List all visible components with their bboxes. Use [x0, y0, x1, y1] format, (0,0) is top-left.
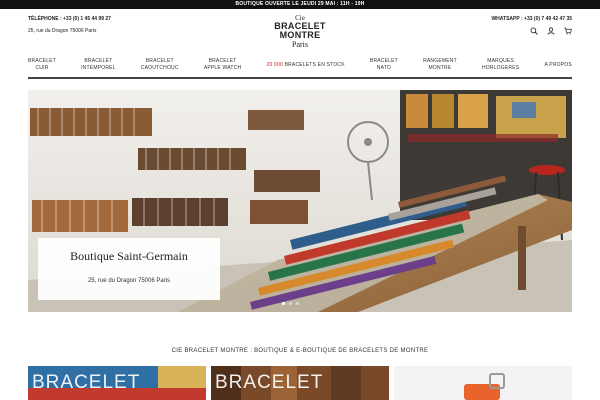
hero-address: 25, rue du Dragon 75006 Paris	[87, 278, 171, 284]
slider-dots[interactable]	[282, 302, 299, 305]
tile-bracelet-cuir[interactable]: BRACELET	[28, 366, 206, 400]
stock-count: 20 000	[266, 61, 283, 68]
phone-number[interactable]: TÉLÉPHONE : +33 (0) 1 45 44 99 27	[28, 16, 111, 22]
header-icons	[530, 27, 572, 35]
announcement-bar: BOUTIQUE OUVERTE LE JEUDI 29 MAI : 11H -…	[0, 0, 600, 9]
stock-label: BRACELETS EN STOCK	[284, 61, 345, 68]
hero-title: Boutique Saint-Germain	[70, 249, 188, 263]
nav-bracelet-cuir[interactable]: BRACELET CUIR	[28, 58, 56, 72]
slider-dot-active[interactable]	[282, 302, 285, 305]
tile-bracelet-caoutchouc[interactable]	[394, 366, 572, 400]
nav-a-propos[interactable]: A PROPOS	[544, 62, 571, 69]
user-icon[interactable]	[547, 27, 555, 35]
logo-line-montre: MONTRE	[279, 30, 321, 40]
search-icon[interactable]	[530, 27, 538, 35]
nav-bracelet-nato[interactable]: BRACELET NATO	[370, 58, 398, 72]
logo-line-paris: Paris	[292, 40, 308, 49]
slider-dot[interactable]	[296, 302, 299, 305]
brand-logo[interactable]: Cie BRACELET MONTRE Paris	[270, 15, 330, 49]
hero-caption: Boutique Saint-Germain 25, rue du Dragon…	[38, 238, 220, 300]
nav-bracelet-caoutchouc[interactable]: BRACELET CAOUTCHOUC	[141, 58, 179, 72]
cart-icon[interactable]	[564, 27, 572, 35]
tile-label: BRACELET	[215, 372, 324, 393]
nav-bracelet-intemporel[interactable]: BRACELET INTEMPOREL	[81, 58, 116, 72]
store-address: 25, rue du Dragon 75006 Paris	[28, 28, 97, 34]
site-header: TÉLÉPHONE : +33 (0) 1 45 44 99 27 25, ru…	[0, 9, 600, 54]
tile-label: BRACELET	[32, 372, 141, 393]
nav-bracelets-en-stock[interactable]: 20 000 BRACELETS EN STOCK	[266, 62, 344, 69]
nav-rangement-montre[interactable]: RANGEMENT MONTRE	[423, 58, 457, 72]
slider-dot[interactable]	[289, 302, 292, 305]
nav-divider	[28, 77, 572, 79]
category-tiles: BRACELET BRACELET	[28, 366, 572, 400]
nav-marques-horlogeres[interactable]: MARQUES HORLOGERES	[482, 58, 519, 72]
nav-bracelet-apple-watch[interactable]: BRACELET APPLE WATCH	[204, 58, 241, 72]
section-heading: CIE BRACELET MONTRE : BOUTIQUE & E-BOUTI…	[171, 348, 429, 354]
tile-bracelet-intemporel[interactable]: BRACELET	[211, 366, 389, 400]
announcement-text: BOUTIQUE OUVERTE LE JEUDI 29 MAI : 11H -…	[235, 1, 365, 7]
main-navigation: BRACELET CUIR BRACELET INTEMPOREL BRACELET…	[28, 54, 572, 76]
whatsapp-number[interactable]: WHATSAPP : +33 (0) 7 49 42 47 35	[491, 16, 572, 22]
